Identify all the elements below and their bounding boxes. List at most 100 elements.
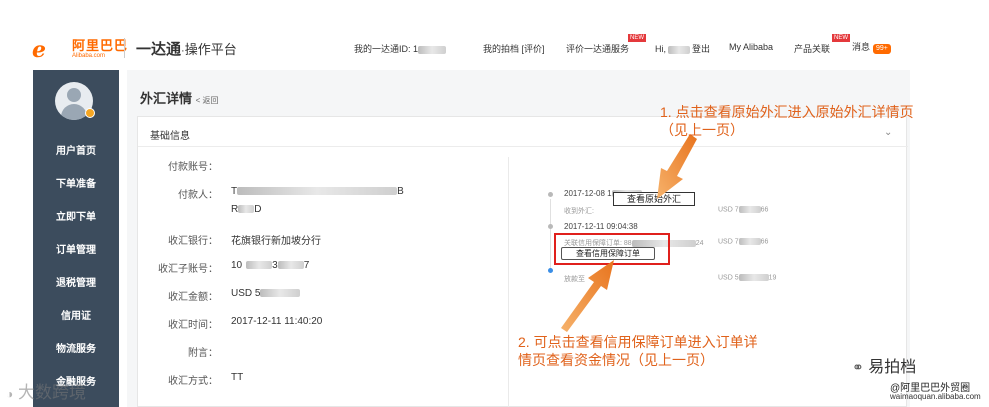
annotation-1-line1: 1. 点击查看原始外汇进入原始外汇详情页: [660, 104, 914, 120]
field-value-time: 2017-12-11 11:40:20: [231, 316, 323, 327]
avatar-body: [61, 104, 87, 120]
timeline-2-sub-end: 24: [695, 240, 704, 247]
field-label-payment-account: 付款账号：: [168, 162, 218, 173]
page-title: 外汇详情 < 返回: [140, 88, 219, 107]
my-id-label: 我的一达通ID: 1: [354, 44, 419, 54]
field-label-sub-account: 收汇子账号：: [158, 264, 218, 275]
rate-service-link[interactable]: 评价一达通服务 NEW: [566, 34, 646, 55]
field-label-time: 收汇时间：: [168, 320, 218, 331]
greeting-hi: Hi,: [655, 44, 666, 54]
watermark-logo-icon: ◑: [6, 387, 14, 401]
timeline-dot-3: [548, 268, 553, 273]
annotation-2-line2: 情页查看资金情况（见上一页）: [518, 352, 714, 368]
sub-account-end: 7: [303, 260, 310, 271]
timeline-dot-1: [548, 192, 553, 197]
timeline-2-amount-end: 66: [760, 238, 769, 246]
timeline-3-amount: USD 5 19: [718, 274, 776, 281]
view-original-forex-button[interactable]: 查看原始外汇: [613, 192, 695, 206]
payer-line2-end: D: [254, 204, 262, 215]
section-divider: [138, 146, 908, 147]
top-header: e 阿里巴巴 Alibaba.com 一达通·操作平台 我的一达通ID: 1 我…: [0, 30, 989, 64]
redacted-amount-2: [738, 238, 761, 245]
wechat-watermark: ⚭ 易拍档: [852, 353, 916, 377]
logout-link[interactable]: 登出: [692, 44, 710, 54]
my-alibaba-link[interactable]: My Alibaba: [729, 42, 773, 52]
brand-sub: 操作平台: [184, 42, 237, 57]
watermark-left-text: 大数跨境: [17, 383, 86, 402]
timeline-dot-2: [548, 224, 553, 229]
alibaba-logo-icon: e: [32, 36, 46, 63]
timeline-1-time-text: 2017-12-08 1: [564, 189, 612, 198]
field-value-method: TT: [231, 372, 244, 383]
brand-divider: [124, 38, 125, 58]
new-badge-2: NEW: [832, 34, 850, 42]
field-label-amount: 收汇金额：: [168, 292, 218, 303]
view-credit-order-button[interactable]: 查看信用保障订单: [561, 247, 655, 260]
sidebar-item-user-home[interactable]: 用户首页: [33, 139, 119, 165]
timeline-3-sub: 放款至: [564, 276, 585, 283]
redacted-username: [668, 45, 690, 54]
redacted-amount-1: [738, 206, 761, 213]
redacted-sub-account-1: [246, 261, 273, 270]
sidebar-item-letter-of-credit[interactable]: 信用证: [33, 304, 119, 330]
field-label-method: 收汇方式：: [168, 376, 218, 387]
redacted-payer-line2: [238, 205, 255, 214]
page-title-text: 外汇详情: [140, 91, 193, 106]
field-label-payer: 付款人：: [178, 190, 218, 201]
field-label-remarks: 附言：: [188, 348, 218, 359]
sidebar-item-logistics[interactable]: 物流服务: [33, 337, 119, 363]
watermark-left: ◑ 大数跨境: [6, 378, 86, 403]
timeline-3-amount-text: USD 5: [718, 274, 739, 282]
timeline-2-amount: USD 7 66: [718, 238, 768, 245]
new-badge: NEW: [628, 34, 646, 42]
alibaba-logo[interactable]: e 阿里巴巴 Alibaba.com: [32, 36, 129, 63]
field-value-receiving-bank: 花旗银行新加坡分行: [231, 236, 321, 247]
annotation-1-line2: （见上一页）: [660, 122, 744, 138]
timeline-2-amount-text: USD 7: [718, 238, 739, 246]
field-value-amount: USD 5: [231, 288, 301, 299]
payer-name-end: B: [397, 186, 404, 197]
redacted-payer-name: [237, 187, 398, 196]
user-greeting: Hi, 登出: [655, 42, 710, 55]
sidebar-item-tax-refund[interactable]: 退税管理: [33, 271, 119, 297]
payer-line2-start: R: [231, 204, 239, 215]
sub-account-mid: 3: [272, 260, 278, 271]
logo-en-text: Alibaba.com: [72, 53, 106, 59]
logo-cn-text: 阿里巴巴: [72, 38, 129, 53]
screenshot-root: e 阿里巴巴 Alibaba.com 一达通·操作平台 我的一达通ID: 1 我…: [0, 0, 989, 407]
sidebar-item-order-management[interactable]: 订单管理: [33, 238, 119, 264]
timeline-line: [550, 199, 551, 271]
annotation-2-line1: 2. 可点击查看信用保障订单进入订单详: [518, 334, 758, 350]
avatar-head: [67, 88, 81, 102]
redacted-amount-3: [738, 274, 769, 281]
brand-main: 一达通: [136, 41, 182, 58]
sidebar: 用户首页 下单准备 立即下单 订单管理 退税管理 信用证 物流服务 金融服务: [33, 70, 119, 407]
wechat-account-name: 易拍档: [868, 359, 917, 376]
redacted-id: [418, 45, 447, 54]
redacted-sub-account-2: [277, 261, 304, 270]
product-link[interactable]: 产品关联 NEW: [794, 34, 850, 55]
watermark-site: waimaoquan.alibaba.com: [890, 392, 981, 401]
back-link[interactable]: < 返回: [196, 96, 219, 105]
timeline-1-sub: 收到外汇:: [564, 208, 594, 215]
sidebar-item-order-prep[interactable]: 下单准备: [33, 172, 119, 198]
timeline-1-amount-end: 66: [760, 206, 769, 214]
sidebar-item-place-order[interactable]: 立即下单: [33, 205, 119, 231]
redacted-amount: [260, 289, 301, 298]
messages-link[interactable]: 消息 99+: [852, 40, 891, 54]
field-value-payer: TB: [231, 186, 404, 197]
timeline-1-amount: USD 7 66: [718, 206, 768, 213]
message-count-badge: 99+: [873, 44, 891, 54]
rate-service-label: 评价一达通服务: [566, 44, 630, 54]
my-partner-rating-link[interactable]: 我的拍档 [评价]: [483, 42, 545, 55]
messages-label: 消息: [852, 42, 871, 52]
product-link-label: 产品关联: [794, 44, 831, 54]
section-title: 基础信息: [150, 131, 190, 142]
wechat-icon: ⚭: [852, 359, 864, 375]
chevron-down-icon[interactable]: ⌄: [884, 127, 892, 138]
my-id-link[interactable]: 我的一达通ID: 1: [354, 42, 447, 55]
timeline-3-amount-end: 19: [768, 274, 777, 282]
field-label-receiving-bank: 收汇银行：: [168, 236, 218, 247]
avatar-vip-badge-icon: [85, 108, 95, 118]
field-value-payer-line2: RD: [231, 204, 261, 215]
